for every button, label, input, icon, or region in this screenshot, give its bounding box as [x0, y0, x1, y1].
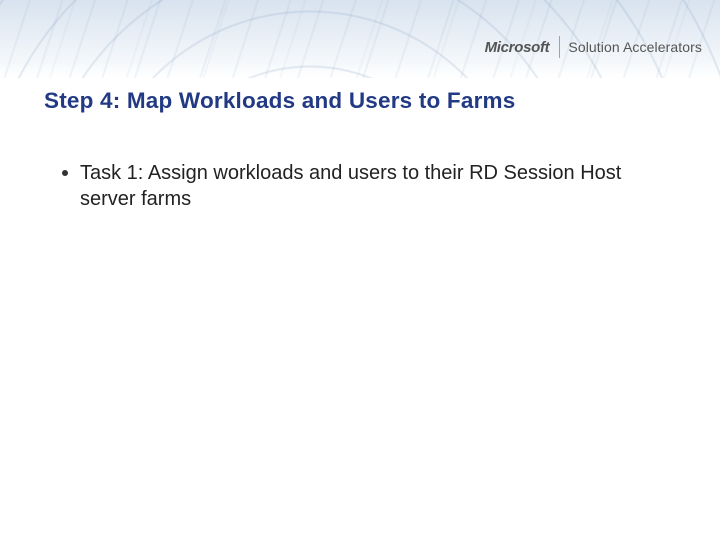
- bullet-item: Task 1: Assign workloads and users to th…: [62, 160, 660, 213]
- slide: Microsoft Solution Accelerators Step 4: …: [0, 0, 720, 540]
- brand-company: Microsoft: [485, 39, 552, 56]
- slide-body: Task 1: Assign workloads and users to th…: [62, 160, 660, 213]
- brand-lockup: Microsoft Solution Accelerators: [485, 36, 702, 58]
- slide-title: Step 4: Map Workloads and Users to Farms: [44, 88, 676, 114]
- bullet-text: Task 1: Assign workloads and users to th…: [80, 162, 621, 210]
- brand-divider: [559, 36, 560, 58]
- brand-product: Solution Accelerators: [568, 39, 702, 55]
